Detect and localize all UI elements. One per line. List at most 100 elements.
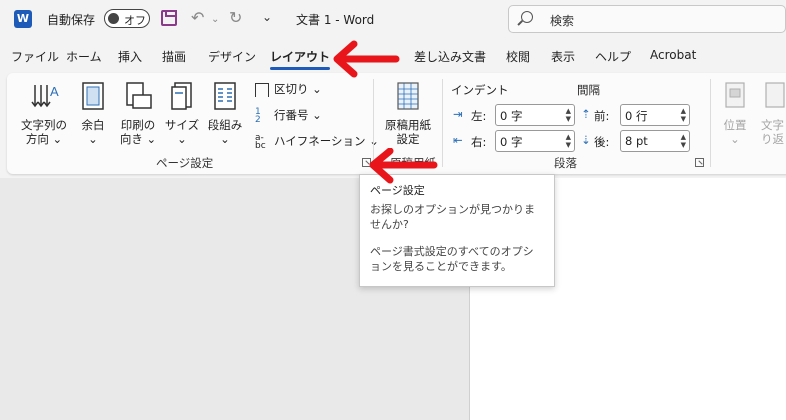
spacing-after-value: 8 pt: [625, 134, 648, 148]
orientation-label-1: 印刷の: [120, 118, 156, 132]
position-button[interactable]: 位置 ⌄: [717, 81, 753, 146]
position-label: 位置: [723, 118, 747, 132]
orientation-button[interactable]: 印刷の 向き ⌄: [115, 81, 161, 146]
tooltip-text-2: ページ書式設定のすべてのオプションを見ることができます。: [370, 245, 534, 273]
indent-left-icon: ⇥: [453, 107, 463, 121]
spacing-before-icon: ⇡: [581, 107, 591, 121]
tab-design[interactable]: デザイン: [208, 48, 256, 65]
undo-dropdown-icon[interactable]: ⌄: [211, 14, 219, 25]
size-button[interactable]: サイズ ⌄: [162, 81, 202, 146]
spacing-after-icon: ⇣: [581, 133, 591, 147]
position-dropdown: ⌄: [730, 132, 740, 146]
search-icon: [521, 11, 533, 23]
breaks-icon: [255, 82, 269, 97]
tab-acrobat[interactable]: Acrobat: [650, 48, 696, 62]
margins-button[interactable]: 余白 ⌄: [75, 81, 111, 146]
genko-settings-button[interactable]: 原稿用紙 設定: [379, 81, 437, 146]
tab-review[interactable]: 校閲: [506, 48, 530, 65]
spacing-header: 間隔: [577, 83, 600, 97]
line-numbers-button[interactable]: 1 2 行番号 ⌄: [255, 107, 322, 124]
tab-layout[interactable]: レイアウト: [270, 48, 331, 70]
spacing-before-input[interactable]: 0 行 ▲ ▼: [620, 104, 690, 126]
margins-dropdown: ⌄: [88, 132, 98, 146]
page-setup-group-label: ページ設定: [156, 156, 214, 170]
margins-label: 余白: [81, 118, 105, 132]
breaks-button[interactable]: 区切り ⌄: [255, 81, 322, 97]
breaks-label: 区切り ⌄: [274, 82, 322, 96]
tab-view[interactable]: 表示: [551, 48, 575, 65]
margins-icon: [82, 82, 104, 110]
wrap-text-label-2: り返: [761, 132, 784, 146]
indent-left-input[interactable]: 0 字 ▲ ▼: [495, 104, 575, 126]
wrap-text-icon: [765, 82, 785, 108]
group-separator: [710, 79, 711, 167]
annotation-arrow-icon: [333, 40, 400, 78]
indent-left-spinner[interactable]: ▲ ▼: [566, 107, 571, 123]
line-numbers-label: 行番号 ⌄: [274, 108, 322, 122]
wrap-text-label-1: 文字: [761, 118, 784, 132]
save-icon[interactable]: [161, 10, 177, 26]
hyphenation-button[interactable]: a-bc ハイフネーション ⌄: [255, 133, 379, 150]
spacing-before-spinner[interactable]: ▲ ▼: [681, 107, 686, 123]
orientation-label-2: 向き ⌄: [119, 132, 157, 146]
columns-label: 段組み: [207, 118, 243, 132]
columns-button[interactable]: 段組み ⌄: [205, 81, 245, 146]
position-icon: [725, 82, 745, 108]
text-direction-label-2: 方向 ⌄: [25, 132, 63, 146]
wrap-text-button[interactable]: 文字 り返: [757, 81, 786, 146]
spacing-after-spinner[interactable]: ▲ ▼: [681, 133, 686, 149]
spacing-before-value: 0 行: [625, 109, 648, 123]
hyphenation-icon: a-bc: [255, 132, 266, 151]
genko-label-1: 原稿用紙: [385, 118, 431, 132]
annotation-arrow-icon: [369, 148, 438, 184]
tab-file[interactable]: ファイル: [11, 48, 59, 65]
word-app-icon: W: [14, 10, 32, 28]
indent-right-spinner[interactable]: ▲ ▼: [566, 133, 571, 149]
size-label: サイズ: [164, 118, 200, 132]
tab-insert[interactable]: 挿入: [118, 48, 142, 65]
columns-dropdown: ⌄: [220, 132, 230, 146]
text-direction-button[interactable]: A 文字列の 方向 ⌄: [19, 81, 69, 146]
group-separator: [442, 79, 443, 167]
text-direction-label-1: 文字列の: [21, 118, 67, 132]
paragraph-dialog-launcher[interactable]: [695, 158, 704, 167]
paragraph-group-label: 段落: [554, 156, 577, 170]
size-icon: [171, 82, 192, 110]
columns-icon: [214, 82, 236, 110]
line-numbers-icon: 12: [255, 106, 261, 125]
indent-right-icon: ⇤: [453, 133, 463, 147]
search-placeholder: 検索: [550, 14, 575, 28]
spacing-after-input[interactable]: 8 pt ▲ ▼: [620, 130, 690, 152]
toggle-knob: [108, 13, 119, 24]
indent-left-label: 左:: [471, 109, 487, 123]
customize-toolbar-icon[interactable]: ⌄: [262, 10, 272, 24]
genko-label-2: 設定: [396, 132, 420, 146]
undo-icon[interactable]: ↶: [191, 8, 204, 27]
redo-icon[interactable]: ↻: [229, 8, 242, 27]
tab-home[interactable]: ホーム: [66, 48, 102, 65]
indent-left-value: 0 字: [500, 109, 523, 123]
tab-help[interactable]: ヘルプ: [595, 48, 631, 65]
title-bar: W 自動保存 オフ ↶ ⌄ ↻ ⌄ 文書 1 - Word 検索: [0, 0, 786, 38]
indent-header: インデント: [451, 83, 509, 97]
page-setup-tooltip: ページ設定 お探しのオプションが見つかりませんか? ページ書式設定のすべてのオプ…: [359, 174, 555, 287]
spacing-after-label: 後:: [594, 135, 610, 149]
autosave-state: オフ: [124, 14, 146, 27]
autosave-toggle[interactable]: オフ: [104, 9, 150, 28]
indent-right-label: 右:: [471, 135, 487, 149]
indent-right-value: 0 字: [500, 135, 523, 149]
tab-draw[interactable]: 描画: [162, 48, 186, 65]
orientation-icon: [126, 82, 152, 109]
tooltip-text-1: お探しのオプションが見つかりませんか?: [370, 203, 535, 231]
size-dropdown: ⌄: [177, 132, 187, 146]
svg-text:A: A: [50, 84, 59, 99]
autosave-label: 自動保存: [47, 13, 96, 27]
manuscript-paper-icon: [397, 82, 419, 110]
search-input[interactable]: 検索: [508, 5, 786, 33]
indent-right-input[interactable]: 0 字 ▲ ▼: [495, 130, 575, 152]
spacing-before-label: 前:: [594, 109, 610, 123]
hyphenation-label: ハイフネーション ⌄: [274, 134, 379, 148]
document-title: 文書 1 - Word: [296, 13, 375, 27]
tab-mailings[interactable]: 差し込み文書: [414, 48, 486, 65]
text-direction-icon: A: [31, 84, 59, 108]
